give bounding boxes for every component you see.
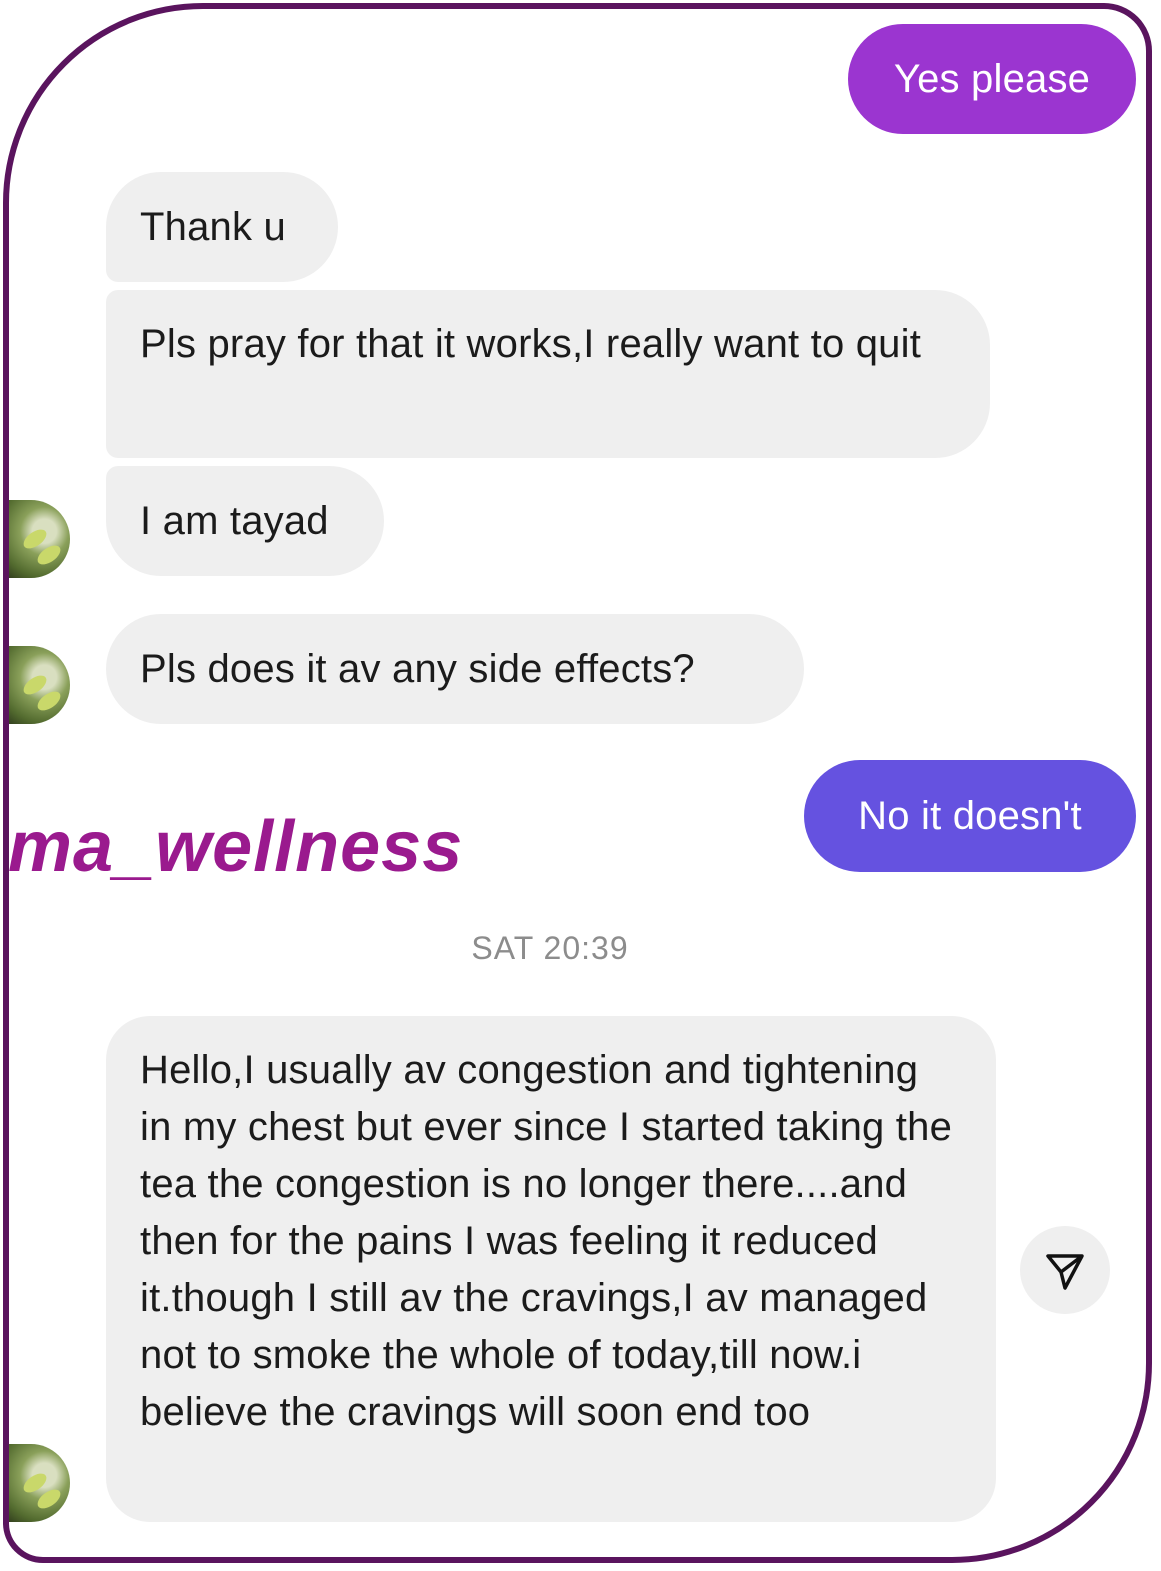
message-text: Yes please: [893, 57, 1091, 101]
incoming-message[interactable]: Pls does it av any side effects?: [106, 614, 804, 724]
incoming-message[interactable]: Thank u: [106, 172, 338, 282]
message-text: No it doesn't: [858, 794, 1082, 838]
paper-plane-icon: [1046, 1254, 1084, 1290]
incoming-message[interactable]: Hello,I usually av congestion and tighte…: [106, 1016, 996, 1522]
outgoing-message[interactable]: No it doesn't: [804, 760, 1136, 872]
avatar[interactable]: [6, 646, 70, 724]
avatar-detail: [34, 1485, 64, 1513]
message-timestamp: SAT 20:39: [471, 930, 629, 966]
message-text: Pls pray for that it works,I really want…: [140, 322, 922, 366]
avatar[interactable]: [6, 500, 70, 578]
avatar-detail: [34, 687, 64, 715]
message-text: Pls does it av any side effects?: [140, 647, 695, 691]
message-text: I am tayad: [140, 499, 329, 543]
outgoing-message[interactable]: Yes please: [848, 24, 1136, 134]
message-text: Hello,I usually av congestion and tighte…: [140, 1048, 953, 1434]
share-button[interactable]: [1020, 1226, 1110, 1314]
avatar-detail: [34, 541, 64, 569]
message-text: Thank u: [140, 205, 286, 249]
avatar[interactable]: [6, 1444, 70, 1522]
incoming-message[interactable]: Pls pray for that it works,I really want…: [106, 290, 990, 458]
chat-screen: Yes please Thank u Pls pray for that it …: [0, 0, 1161, 1571]
incoming-message[interactable]: I am tayad: [106, 466, 384, 576]
brand-watermark: ma_wellness: [8, 807, 464, 887]
